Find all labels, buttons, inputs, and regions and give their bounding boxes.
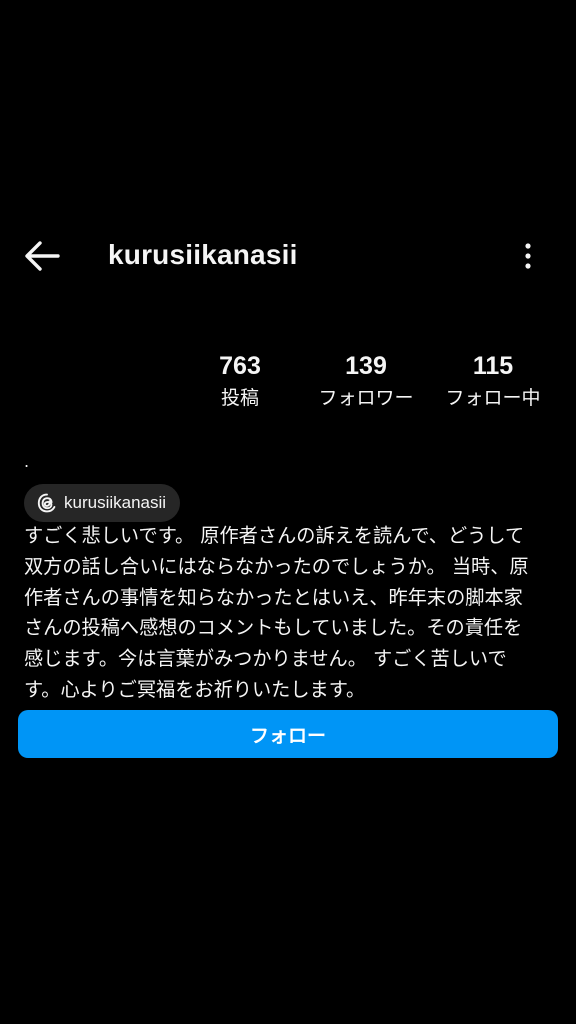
profile-bio: すごく悲しいです。 原作者さんの訴えを読んで、どうして 双方の話し合いにはならな… bbox=[24, 524, 529, 701]
profile-display-name: . bbox=[24, 452, 30, 471]
threads-handle: kurusiikanasii bbox=[64, 493, 167, 512]
profile-stats: 763 投稿 139 フォロワー 115 フォロー中 bbox=[0, 350, 576, 420]
followers-label: フォロワー bbox=[318, 387, 414, 409]
posts-stat[interactable]: 763 投稿 bbox=[175, 350, 305, 412]
follow-button[interactable]: フォロー bbox=[18, 710, 558, 758]
followers-count: 139 bbox=[345, 352, 387, 380]
profile-header: kurusiikanasii bbox=[0, 226, 576, 286]
posts-label: 投稿 bbox=[220, 387, 259, 409]
back-button[interactable] bbox=[20, 238, 64, 274]
more-options-button[interactable] bbox=[512, 238, 544, 274]
followers-stat[interactable]: 139 フォロワー bbox=[301, 350, 431, 412]
posts-count: 763 bbox=[219, 352, 261, 380]
arrow-left-icon bbox=[25, 241, 60, 271]
threads-icon bbox=[36, 492, 58, 514]
following-stat[interactable]: 115 フォロー中 bbox=[428, 350, 558, 412]
threads-link-chip[interactable]: kurusiikanasii bbox=[24, 484, 181, 522]
follow-button-label: フォロー bbox=[249, 724, 326, 747]
profile-username: kurusiikanasii bbox=[108, 239, 298, 270]
more-vertical-icon bbox=[525, 243, 531, 269]
following-label: フォロー中 bbox=[445, 387, 541, 409]
following-count: 115 bbox=[472, 352, 514, 380]
